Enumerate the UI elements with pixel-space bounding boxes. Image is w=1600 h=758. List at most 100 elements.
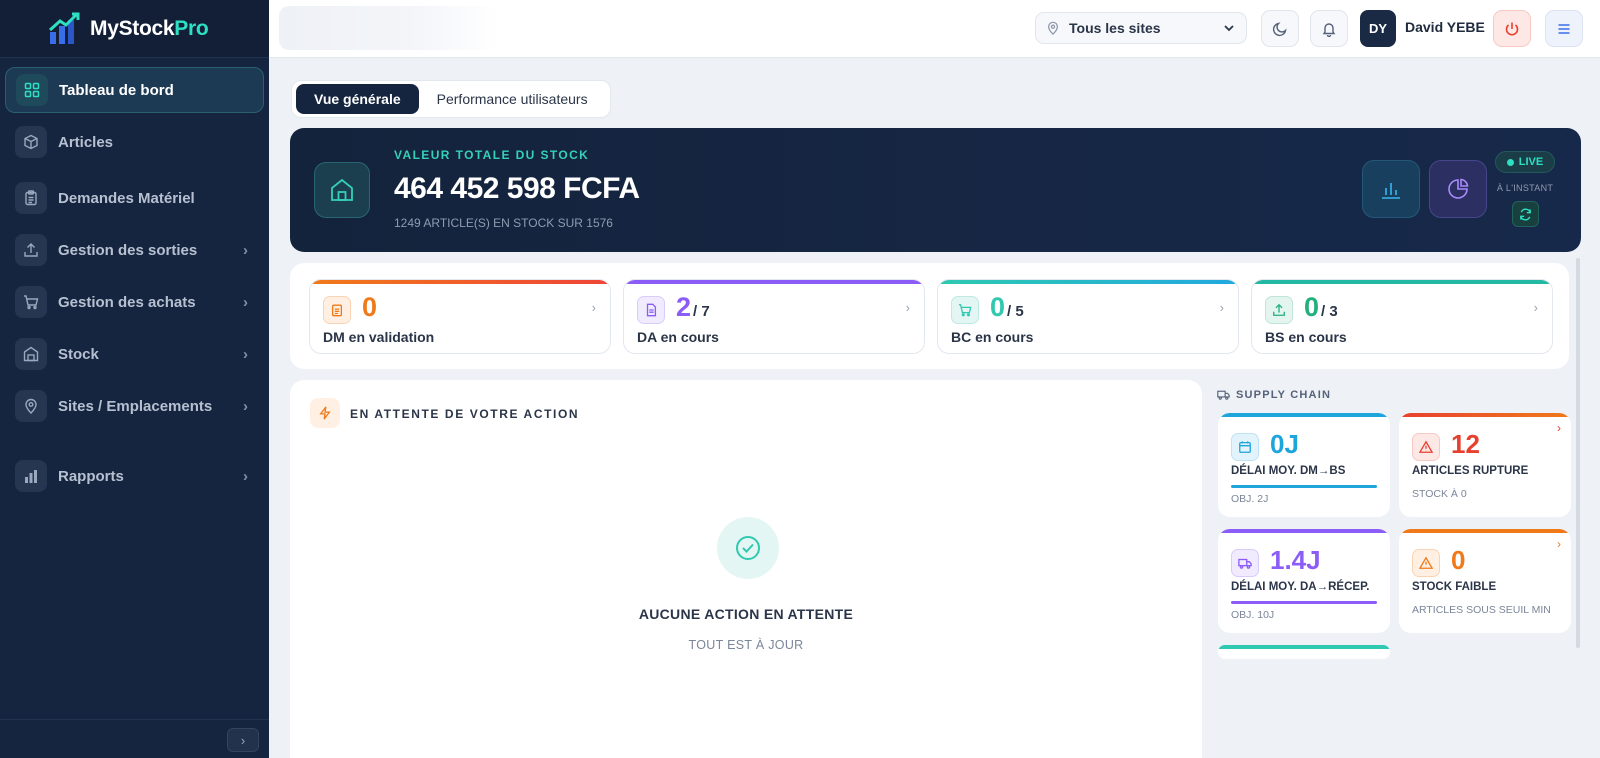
sidebar: MyStockPro Tableau de bord Articles Dema… [0,0,269,758]
sidebar-item-label: Rapports [58,467,124,485]
pie-chart-button[interactable] [1429,160,1487,218]
kpi-label: BC en cours [951,329,1034,345]
upload-icon [1265,296,1293,324]
chevron-right-icon: › [905,300,910,315]
brand-name: MyStockPro [90,16,209,40]
hero-kicker: VALEUR TOTALE DU STOCK [394,148,590,162]
last-update-label: À L'INSTANT [1496,183,1554,193]
map-pin-icon [15,390,47,422]
supply-card-delai-da-recep[interactable]: 1.4J DÉLAI MOY. DA→RÉCEP. OBJ. 10J [1218,529,1390,633]
card-accent-bar [1218,413,1390,417]
sidebar-item-demandes[interactable]: Demandes Matériel [5,175,264,221]
empty-state-title: AUCUNE ACTION EN ATTENTE [638,606,854,622]
chevron-right-icon: › [243,345,248,363]
calendar-icon [1231,433,1259,461]
logo-icon [48,12,80,44]
kpi-card-dm[interactable]: 0 DM en validation › [309,279,611,354]
kpi-label: DA en cours [637,329,719,345]
sidebar-item-achats[interactable]: Gestion des achats › [5,279,264,325]
pending-title: EN ATTENTE DE VOTRE ACTION [350,407,580,421]
supply-card-objective: OBJ. 2J [1231,493,1269,505]
hamburger-icon [1558,23,1570,34]
truck-icon [1217,390,1230,400]
progress-bar [1231,485,1377,488]
sidebar-item-label: Stock [58,345,99,363]
kpi-value: 0 [362,292,378,322]
hero-subtitle: 1249 ARTICLE(S) EN STOCK SUR 1576 [394,216,613,230]
bar-chart-button[interactable] [1362,160,1420,218]
supply-card-value: 0J [1270,429,1299,459]
kpi-card-bs[interactable]: 0/ 3 BS en cours › [1251,279,1553,354]
sidebar-item-stock[interactable]: Stock › [5,331,264,377]
kpi-accent-bar [624,280,924,284]
site-selector-value: Tous les sites [1069,20,1161,36]
sidebar-item-sorties[interactable]: Gestion des sorties › [5,227,264,273]
chevron-right-icon: › [243,467,248,485]
supply-card-delai-dm-bs[interactable]: 0J DÉLAI MOY. DM→BS OBJ. 2J [1218,413,1390,517]
lightning-icon [310,398,340,428]
theme-toggle-button[interactable] [1261,10,1299,47]
kpi-card-da[interactable]: 2/ 7 DA en cours › [623,279,925,354]
site-selector[interactable]: Tous les sites [1035,12,1247,44]
supply-card-objective: OBJ. 10J [1231,609,1275,621]
stock-value-banner: VALEUR TOTALE DU STOCK 464 452 598 FCFA … [290,128,1581,252]
power-icon [1505,22,1519,36]
sidebar-item-label: Demandes Matériel [58,189,195,207]
supply-card-value: 1.4J [1270,545,1321,575]
sidebar-item-label: Articles [58,133,114,151]
cart-icon [951,296,979,324]
chevron-right-icon: › [243,241,248,259]
chevron-right-icon: › [591,300,596,315]
supply-card-articles-rupture[interactable]: 12 ARTICLES RUPTURE STOCK À 0 › [1399,413,1571,517]
kpi-accent-bar [1252,280,1552,284]
chevron-right-icon: › [243,293,248,311]
bell-icon [1322,22,1336,37]
refresh-icon [1520,208,1531,220]
refresh-button[interactable] [1512,201,1539,227]
map-pin-icon [1048,21,1058,35]
supply-card-stock-faible[interactable]: 0 STOCK FAIBLE ARTICLES SOUS SEUIL MIN › [1399,529,1571,633]
bar-chart-icon [1382,183,1400,199]
card-accent-bar [1399,413,1571,417]
supply-card-label: ARTICLES RUPTURE [1412,465,1529,477]
notifications-button[interactable] [1310,10,1348,47]
supply-card-label: DÉLAI MOY. DM→BS [1231,465,1346,477]
check-circle-icon [717,517,779,579]
brand[interactable]: MyStockPro [0,0,269,58]
empty-state-subtitle: TOUT EST À JOUR [688,638,804,652]
tab-bar: Vue générale Performance utilisateurs [291,80,611,118]
sidebar-footer: › [0,719,269,758]
cart-icon [15,286,47,318]
user-name[interactable]: David YEBE [1405,19,1485,35]
avatar[interactable]: DY [1360,10,1396,47]
sidebar-item-rapports[interactable]: Rapports › [5,453,264,499]
tab-vue-generale[interactable]: Vue générale [296,84,419,114]
tab-performance-utilisateurs[interactable]: Performance utilisateurs [419,84,606,114]
card-accent-bar [1399,529,1571,533]
supply-card-value: 12 [1451,429,1480,459]
scrollbar[interactable] [1576,258,1580,648]
clipboard-icon [15,182,47,214]
topbar: Tous les sites DY David YEBE [269,0,1600,58]
sidebar-item-sites[interactable]: Sites / Emplacements › [5,383,264,429]
moon-icon [1272,21,1287,36]
sidebar-item-dashboard[interactable]: Tableau de bord [5,67,264,113]
bar-chart-icon [15,460,47,492]
supply-card-label: STOCK FAIBLE [1412,581,1497,593]
sidebar-collapse-button[interactable]: › [227,728,259,752]
sidebar-item-label: Tableau de bord [59,81,174,99]
kpi-value: 0/ 5 [990,292,1024,322]
logout-button[interactable] [1493,10,1531,47]
chevron-right-icon: › [1557,537,1561,551]
card-accent-bar [1218,645,1390,649]
chevron-right-icon: › [1557,421,1561,435]
sidebar-nav: Tableau de bord Articles Demandes Matéri… [0,58,269,499]
supply-card-subtitle: ARTICLES SOUS SEUIL MIN [1412,604,1551,616]
supply-card-partial [1218,645,1390,659]
menu-button[interactable] [1545,10,1583,47]
dashboard-icon [16,74,48,106]
kpi-value: 0/ 3 [1304,292,1338,322]
sidebar-item-articles[interactable]: Articles [5,119,264,165]
kpi-card-bc[interactable]: 0/ 5 BC en cours › [937,279,1239,354]
chevron-right-icon: › [1219,300,1224,315]
